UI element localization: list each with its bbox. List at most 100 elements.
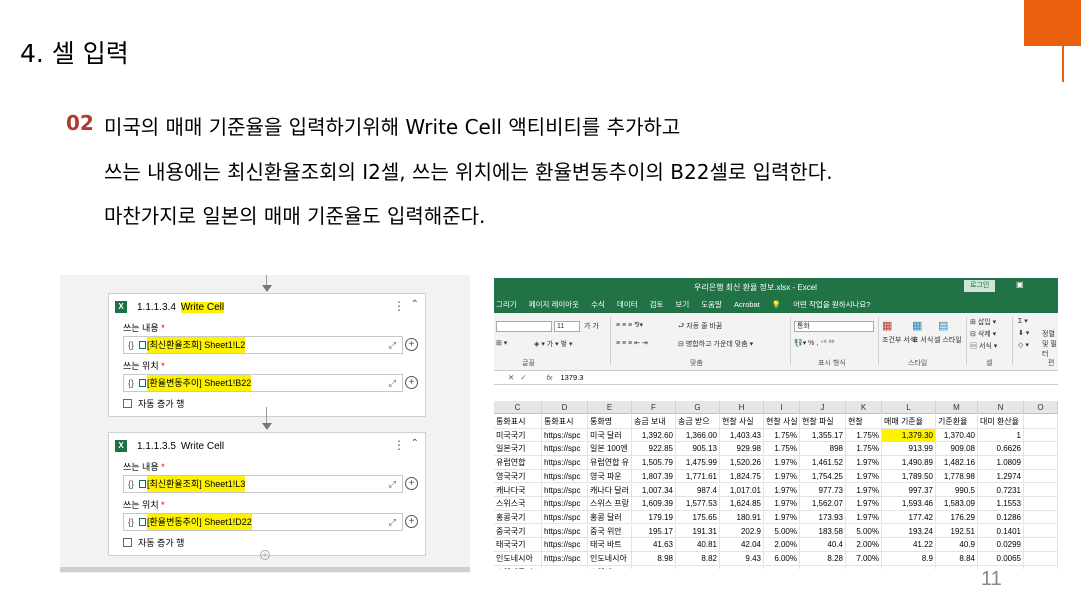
align-top-icon[interactable]: ≡ ≡ ≡ ⅋▾ bbox=[616, 321, 643, 329]
font-grow-shrink-icon[interactable]: 가 가 bbox=[584, 321, 599, 331]
cell[interactable]: 현찰 파실 bbox=[800, 415, 846, 428]
cell[interactable]: 1 bbox=[978, 428, 1024, 442]
add-activity-icon[interactable]: + bbox=[260, 550, 270, 560]
add-icon[interactable]: + bbox=[405, 515, 418, 528]
cell[interactable]: 1.97% bbox=[846, 510, 882, 524]
cell[interactable]: 1,379.30 bbox=[882, 428, 936, 442]
cell[interactable]: https://spc bbox=[542, 469, 588, 483]
content-field[interactable]: {} [최신환율조회] Sheet1!L3 ⤢ + bbox=[123, 475, 418, 493]
cell[interactable]: 1.97% bbox=[846, 469, 882, 483]
cell[interactable]: 0.6626 bbox=[978, 442, 1024, 456]
cell[interactable]: 40.9 bbox=[936, 538, 978, 552]
cell[interactable]: 미국 달러 bbox=[588, 428, 632, 442]
cell[interactable]: 통화표시 bbox=[494, 415, 542, 428]
ribbon-display-icon[interactable]: ▣ bbox=[1016, 280, 1024, 289]
cell[interactable]: 1.97% bbox=[764, 456, 800, 470]
cell[interactable]: 스위스국 bbox=[494, 497, 542, 511]
cell[interactable]: 128.25 bbox=[800, 565, 846, 569]
cell[interactable]: 중국국기 bbox=[494, 524, 542, 538]
cell[interactable]: 1,583.09 bbox=[936, 497, 978, 511]
cell[interactable]: 1,490.89 bbox=[882, 456, 936, 470]
cell[interactable]: 40.4 bbox=[800, 538, 846, 552]
column-header-d[interactable]: D bbox=[542, 401, 588, 414]
cell[interactable] bbox=[1024, 552, 1058, 565]
cell[interactable]: 1.1553 bbox=[978, 497, 1024, 511]
cell[interactable]: 스위스 프랑 bbox=[588, 497, 632, 511]
more-options-icon[interactable]: ⋮ bbox=[393, 438, 405, 452]
table-row[interactable]: 스웨덴국기https://spc스웨덴 크로132.16129.56133.47… bbox=[494, 565, 1058, 569]
cell[interactable]: 캐나다국 bbox=[494, 483, 542, 497]
tell-me-search[interactable]: 어떤 작업을 원하시나요? bbox=[793, 299, 870, 310]
cell[interactable]: 195.17 bbox=[632, 524, 676, 538]
cell[interactable]: 미국국기 bbox=[494, 428, 542, 442]
cell[interactable]: 1,482.16 bbox=[936, 456, 978, 470]
cell[interactable]: https://spc bbox=[542, 524, 588, 538]
cell[interactable]: 1,366.00 bbox=[676, 428, 720, 442]
cell[interactable]: 통화표시 bbox=[542, 415, 588, 428]
cell[interactable]: 1,562.07 bbox=[800, 497, 846, 511]
header-row[interactable]: 통화표시 통화표시 통화명 송금 보내 송금 받으 현찰 사실 현찰 사실 현찰 파실 현찰 매매… bbox=[494, 415, 1058, 429]
cell[interactable]: 6.00% bbox=[764, 552, 800, 565]
table-row[interactable]: 홍콩국기 https://spc 홍콩 달러 179.19 175.65 180.91 1.… bbox=[494, 510, 1058, 525]
cell[interactable]: 41.63 bbox=[632, 538, 676, 552]
column-header-l[interactable]: L bbox=[882, 401, 936, 414]
column-header-e[interactable]: E bbox=[588, 401, 632, 414]
cell[interactable]: 1,520.26 bbox=[720, 456, 764, 470]
cell[interactable]: 0.1401 bbox=[978, 524, 1024, 538]
column-header-i[interactable]: I bbox=[764, 401, 800, 414]
cell[interactable]: 2.00% bbox=[846, 565, 882, 569]
cell[interactable]: 1,778.98 bbox=[936, 469, 978, 483]
write-cell-activity-2[interactable]: X 1.1.1.3.5 Write Cell ⋮ ⌃ 쓰는 내용 * {} [최… bbox=[108, 432, 426, 556]
cell[interactable] bbox=[1024, 428, 1058, 442]
cell[interactable]: 173.93 bbox=[800, 510, 846, 524]
cell[interactable]: 1,017.01 bbox=[720, 483, 764, 497]
cell[interactable]: 1,461.52 bbox=[800, 456, 846, 470]
conditional-format-icon[interactable]: ▦ bbox=[882, 319, 892, 332]
cell[interactable]: 1,824.75 bbox=[720, 469, 764, 483]
align-left-icon[interactable]: ≡ ≡ ≡ ⇤ ⇥ bbox=[616, 339, 648, 347]
cell[interactable]: 0.0065 bbox=[978, 552, 1024, 565]
cell[interactable]: https://spc bbox=[542, 538, 588, 552]
cell[interactable]: 41.22 bbox=[882, 538, 936, 552]
cell[interactable]: 일본 100엔 bbox=[588, 442, 632, 456]
table-row[interactable]: 태국국기 https://spc 태국 바트 41.63 40.81 42.04 2.00%… bbox=[494, 538, 1058, 552]
currency-format-icon[interactable]: 💱▾ % , ⁺⁰ ⁰⁰ bbox=[794, 339, 834, 347]
table-row[interactable]: 일본국기 https://spc 일본 100엔 922.85 905.13 929.98… bbox=[494, 442, 1058, 456]
cell[interactable]: 송금 받으 bbox=[676, 415, 720, 428]
cell[interactable] bbox=[1024, 510, 1058, 524]
cell[interactable]: 1,007.34 bbox=[632, 483, 676, 497]
autosum-icon[interactable]: Σ ▾ bbox=[1018, 317, 1028, 325]
cell[interactable]: 스웨덴 크로 bbox=[588, 565, 632, 569]
cell[interactable]: 1,807.39 bbox=[632, 469, 676, 483]
cell[interactable]: 1,355.17 bbox=[800, 428, 846, 442]
cell[interactable] bbox=[1024, 415, 1058, 428]
more-options-icon[interactable]: ⋮ bbox=[393, 299, 405, 313]
column-header-j[interactable]: J bbox=[800, 401, 846, 414]
cell[interactable]: 179.19 bbox=[632, 510, 676, 524]
formula-bar[interactable]: ✕ ✓ fx 1379.3 bbox=[494, 371, 1058, 385]
expand-icon[interactable]: ⤢ bbox=[389, 337, 396, 353]
column-header-m[interactable]: M bbox=[936, 401, 978, 414]
function-icon[interactable]: fx bbox=[547, 373, 553, 382]
checkbox[interactable] bbox=[123, 398, 132, 408]
cell[interactable]: 통화명 bbox=[588, 415, 632, 428]
expand-icon[interactable]: ⤢ bbox=[389, 476, 396, 492]
cell[interactable] bbox=[1024, 456, 1058, 470]
cell[interactable]: 1,475.99 bbox=[676, 456, 720, 470]
table-row[interactable]: 유럽연합 https://spc 유럽연합 유 1,505.79 1,475.99 1,5… bbox=[494, 456, 1058, 470]
cell[interactable]: 1.97% bbox=[846, 497, 882, 511]
cell[interactable]: 1,577.53 bbox=[676, 497, 720, 511]
cell[interactable]: 1,505.79 bbox=[632, 456, 676, 470]
delete-cells-button[interactable]: ⊟ 삭제 ▾ bbox=[970, 329, 996, 339]
collapse-icon[interactable]: ⌃ bbox=[411, 299, 419, 310]
font-size-select[interactable]: 11 bbox=[554, 321, 580, 332]
cell[interactable]: 인도네시아 bbox=[588, 552, 632, 565]
write-cell-activity-1[interactable]: X 1.1.1.3.4 Write Cell ⋮ ⌃ 쓰는 내용 * {} [최… bbox=[108, 293, 426, 417]
cell[interactable]: 133.47 bbox=[720, 565, 764, 569]
confirm-icon[interactable]: ✓ bbox=[520, 373, 526, 382]
fill-color-icon[interactable]: ◈ ▾ 가 ▾ 벟 ▾ bbox=[534, 339, 573, 349]
cell[interactable]: 1,771.61 bbox=[676, 469, 720, 483]
cell[interactable]: 132.16 bbox=[632, 565, 676, 569]
column-header-o[interactable]: O bbox=[1024, 401, 1058, 414]
table-row[interactable]: 캐나다국 https://spc 캐나다 달러 1,007.34 987.4 1,017.… bbox=[494, 483, 1058, 497]
